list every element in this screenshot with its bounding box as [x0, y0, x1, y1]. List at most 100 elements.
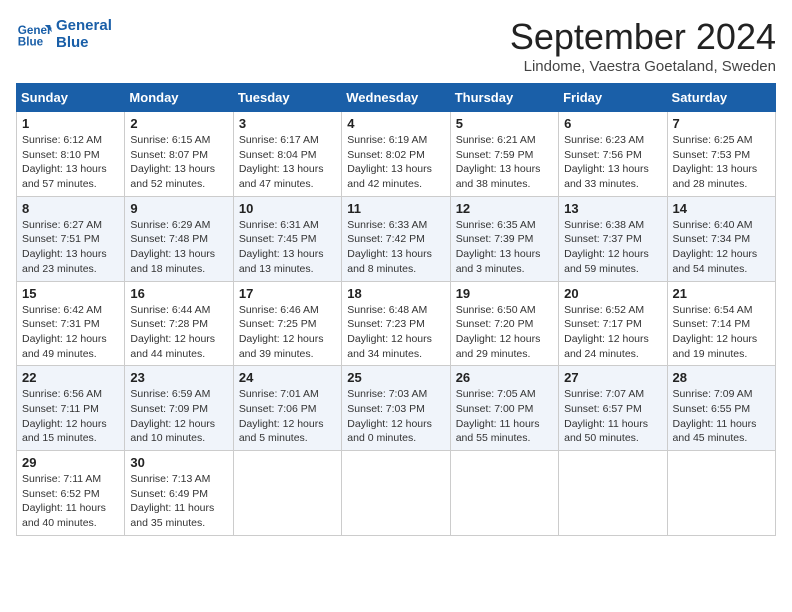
day-info: Sunrise: 6:17 AMSunset: 8:04 PMDaylight:…: [239, 133, 336, 192]
calendar-week-row: 1 Sunrise: 6:12 AMSunset: 8:10 PMDaylight…: [17, 112, 776, 197]
day-number: 6: [564, 116, 661, 131]
day-info: Sunrise: 6:35 AMSunset: 7:39 PMDaylight:…: [456, 218, 553, 277]
day-info: Sunrise: 6:15 AMSunset: 8:07 PMDaylight:…: [130, 133, 227, 192]
day-info: Sunrise: 7:05 AMSunset: 7:00 PMDaylight:…: [456, 387, 553, 446]
day-info: Sunrise: 7:01 AMSunset: 7:06 PMDaylight:…: [239, 387, 336, 446]
day-number: 19: [456, 286, 553, 301]
weekday-header-tuesday: Tuesday: [233, 84, 341, 112]
calendar-cell: 18 Sunrise: 6:48 AMSunset: 7:23 PMDayligh…: [342, 281, 450, 366]
day-number: 14: [673, 201, 770, 216]
calendar-cell: 12 Sunrise: 6:35 AMSunset: 7:39 PMDayligh…: [450, 196, 558, 281]
day-number: 27: [564, 370, 661, 385]
page-header: General Blue GeneralBlue September 2024 …: [16, 16, 776, 75]
calendar-cell: 29 Sunrise: 7:11 AMSunset: 6:52 PMDayligh…: [17, 451, 125, 536]
weekday-header-sunday: Sunday: [17, 84, 125, 112]
calendar-cell: [233, 451, 341, 536]
calendar-cell: 1 Sunrise: 6:12 AMSunset: 8:10 PMDaylight…: [17, 112, 125, 197]
calendar-cell: 8Sunrise: 6:27 AMSunset: 7:51 PMDaylight…: [17, 196, 125, 281]
logo-icon: General Blue: [16, 16, 52, 52]
calendar-cell: 24 Sunrise: 7:01 AMSunset: 7:06 PMDayligh…: [233, 366, 341, 451]
month-title: September 2024: [510, 16, 776, 58]
day-number: 1: [22, 116, 119, 131]
calendar-week-row: 29 Sunrise: 7:11 AMSunset: 6:52 PMDayligh…: [17, 451, 776, 536]
day-number: 13: [564, 201, 661, 216]
calendar-cell: 21 Sunrise: 6:54 AMSunset: 7:14 PMDayligh…: [667, 281, 775, 366]
day-info: Sunrise: 6:29 AMSunset: 7:48 PMDaylight:…: [130, 218, 227, 277]
day-number: 7: [673, 116, 770, 131]
day-info: Sunrise: 7:03 AMSunset: 7:03 PMDaylight:…: [347, 387, 444, 446]
weekday-header-monday: Monday: [125, 84, 233, 112]
day-number: 30: [130, 455, 227, 470]
day-info: Sunrise: 6:54 AMSunset: 7:14 PMDaylight:…: [673, 303, 770, 362]
calendar-week-row: 15Sunrise: 6:42 AMSunset: 7:31 PMDayligh…: [17, 281, 776, 366]
day-number: 21: [673, 286, 770, 301]
day-info: Sunrise: 6:19 AMSunset: 8:02 PMDaylight:…: [347, 133, 444, 192]
day-number: 25: [347, 370, 444, 385]
day-info: Sunrise: 6:48 AMSunset: 7:23 PMDaylight:…: [347, 303, 444, 362]
calendar-cell: 5 Sunrise: 6:21 AMSunset: 7:59 PMDaylight…: [450, 112, 558, 197]
day-number: 20: [564, 286, 661, 301]
calendar-cell: 26 Sunrise: 7:05 AMSunset: 7:00 PMDayligh…: [450, 366, 558, 451]
day-number: 18: [347, 286, 444, 301]
calendar-cell: 17 Sunrise: 6:46 AMSunset: 7:25 PMDayligh…: [233, 281, 341, 366]
calendar-cell: 20 Sunrise: 6:52 AMSunset: 7:17 PMDayligh…: [559, 281, 667, 366]
day-info: Sunrise: 6:59 AMSunset: 7:09 PMDaylight:…: [130, 387, 227, 446]
calendar-cell: 15Sunrise: 6:42 AMSunset: 7:31 PMDayligh…: [17, 281, 125, 366]
calendar: SundayMondayTuesdayWednesdayThursdayFrid…: [16, 83, 776, 536]
calendar-cell: 11 Sunrise: 6:33 AMSunset: 7:42 PMDayligh…: [342, 196, 450, 281]
day-number: 24: [239, 370, 336, 385]
day-info: Sunrise: 6:31 AMSunset: 7:45 PMDaylight:…: [239, 218, 336, 277]
day-info: Sunrise: 6:38 AMSunset: 7:37 PMDaylight:…: [564, 218, 661, 277]
calendar-cell: 13 Sunrise: 6:38 AMSunset: 7:37 PMDayligh…: [559, 196, 667, 281]
day-info: Sunrise: 7:13 AMSunset: 6:49 PMDaylight:…: [130, 472, 227, 531]
day-info: Sunrise: 7:11 AMSunset: 6:52 PMDaylight:…: [22, 472, 119, 531]
day-number: 28: [673, 370, 770, 385]
calendar-cell: 30 Sunrise: 7:13 AMSunset: 6:49 PMDayligh…: [125, 451, 233, 536]
weekday-header-row: SundayMondayTuesdayWednesdayThursdayFrid…: [17, 84, 776, 112]
weekday-header-saturday: Saturday: [667, 84, 775, 112]
day-info: Sunrise: 6:25 AMSunset: 7:53 PMDaylight:…: [673, 133, 770, 192]
day-number: 5: [456, 116, 553, 131]
day-number: 17: [239, 286, 336, 301]
day-number: 16: [130, 286, 227, 301]
day-info: Sunrise: 6:21 AMSunset: 7:59 PMDaylight:…: [456, 133, 553, 192]
calendar-cell: 2 Sunrise: 6:15 AMSunset: 8:07 PMDaylight…: [125, 112, 233, 197]
calendar-week-row: 8Sunrise: 6:27 AMSunset: 7:51 PMDaylight…: [17, 196, 776, 281]
day-number: 26: [456, 370, 553, 385]
calendar-cell: 28 Sunrise: 7:09 AMSunset: 6:55 PMDayligh…: [667, 366, 775, 451]
day-number: 2: [130, 116, 227, 131]
day-info: Sunrise: 7:09 AMSunset: 6:55 PMDaylight:…: [673, 387, 770, 446]
day-number: 9: [130, 201, 227, 216]
calendar-cell: 27 Sunrise: 7:07 AMSunset: 6:57 PMDayligh…: [559, 366, 667, 451]
day-number: 12: [456, 201, 553, 216]
day-info: Sunrise: 7:07 AMSunset: 6:57 PMDaylight:…: [564, 387, 661, 446]
day-info: Sunrise: 6:33 AMSunset: 7:42 PMDaylight:…: [347, 218, 444, 277]
calendar-cell: [667, 451, 775, 536]
day-info: Sunrise: 6:56 AMSunset: 7:11 PMDaylight:…: [22, 387, 119, 446]
calendar-cell: 6 Sunrise: 6:23 AMSunset: 7:56 PMDaylight…: [559, 112, 667, 197]
calendar-cell: [342, 451, 450, 536]
calendar-cell: 16 Sunrise: 6:44 AMSunset: 7:28 PMDayligh…: [125, 281, 233, 366]
day-number: 15: [22, 286, 119, 301]
day-info: Sunrise: 6:52 AMSunset: 7:17 PMDaylight:…: [564, 303, 661, 362]
day-number: 29: [22, 455, 119, 470]
day-number: 11: [347, 201, 444, 216]
calendar-cell: [450, 451, 558, 536]
day-number: 22: [22, 370, 119, 385]
day-number: 3: [239, 116, 336, 131]
calendar-cell: 4Sunrise: 6:19 AMSunset: 8:02 PMDaylight…: [342, 112, 450, 197]
day-info: Sunrise: 6:40 AMSunset: 7:34 PMDaylight:…: [673, 218, 770, 277]
day-info: Sunrise: 6:46 AMSunset: 7:25 PMDaylight:…: [239, 303, 336, 362]
day-info: Sunrise: 6:44 AMSunset: 7:28 PMDaylight:…: [130, 303, 227, 362]
day-number: 8: [22, 201, 119, 216]
day-info: Sunrise: 6:12 AMSunset: 8:10 PMDaylight:…: [22, 133, 119, 192]
calendar-cell: 19Sunrise: 6:50 AMSunset: 7:20 PMDayligh…: [450, 281, 558, 366]
day-number: 10: [239, 201, 336, 216]
calendar-cell: 23Sunrise: 6:59 AMSunset: 7:09 PMDayligh…: [125, 366, 233, 451]
weekday-header-friday: Friday: [559, 84, 667, 112]
day-info: Sunrise: 6:23 AMSunset: 7:56 PMDaylight:…: [564, 133, 661, 192]
calendar-cell: 7 Sunrise: 6:25 AMSunset: 7:53 PMDaylight…: [667, 112, 775, 197]
calendar-cell: 3 Sunrise: 6:17 AMSunset: 8:04 PMDaylight…: [233, 112, 341, 197]
calendar-cell: 22 Sunrise: 6:56 AMSunset: 7:11 PMDayligh…: [17, 366, 125, 451]
calendar-cell: 25 Sunrise: 7:03 AMSunset: 7:03 PMDayligh…: [342, 366, 450, 451]
